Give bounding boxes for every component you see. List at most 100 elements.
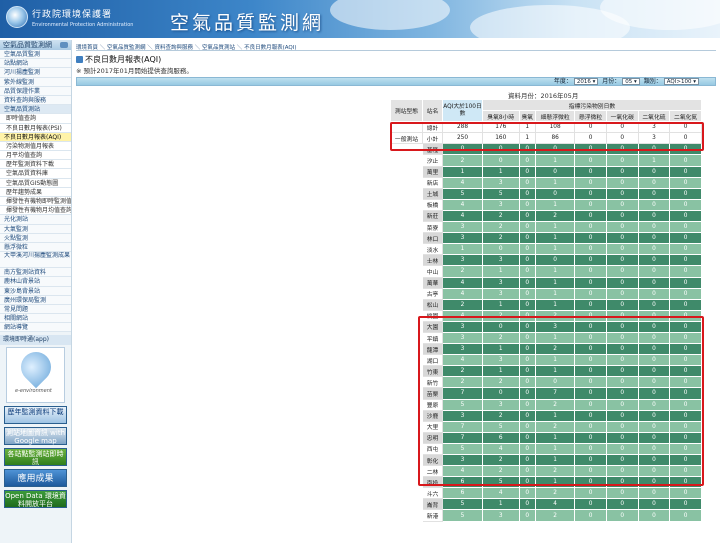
org-name[interactable]: 行政院環境保護署	[32, 7, 112, 20]
sidebar-item[interactable]: 火點監測	[0, 233, 71, 243]
value-cell: 1	[534, 331, 576, 345]
col-pollutant: 懸浮微粒	[574, 110, 607, 123]
breadcrumb-link[interactable]: 空氣品質測站	[202, 45, 235, 51]
value-cell: 3	[442, 343, 483, 356]
promo-banner[interactable]: 各站點監測站即時訊	[4, 448, 67, 467]
sidebar-item[interactable]: 大甲溪河川揚塵監測成果	[0, 252, 71, 269]
value-cell: 0	[637, 243, 671, 256]
collapse-icon[interactable]	[60, 42, 68, 48]
sidebar-item[interactable]: 不良日數月報表(AQI)	[0, 132, 71, 142]
sidebar-item[interactable]: 網站導覽	[0, 323, 71, 333]
value-cell: 0	[574, 221, 607, 234]
site-cell: 平鎮	[422, 331, 443, 345]
promo-banner[interactable]: Open Data 環境資料開放平台	[4, 490, 67, 509]
station-type-cell	[390, 309, 423, 322]
value-cell: 5	[442, 187, 483, 200]
sidebar-item[interactable]: 常見問題	[0, 304, 71, 315]
value-cell: 0	[574, 121, 607, 134]
sidebar-item[interactable]: 空氣品質GIS動態圖	[0, 178, 71, 188]
site-cell: 土城	[422, 187, 443, 200]
sidebar-item[interactable]: 相關網站	[0, 314, 71, 324]
sidebar-item[interactable]: 站點網站	[0, 59, 71, 69]
value-cell: 0	[669, 409, 702, 422]
sidebar-item[interactable]: 歷年監測資料下載	[0, 160, 71, 170]
value-cell: 0	[605, 243, 639, 256]
value-cell: 0	[518, 265, 536, 278]
value-cell: 5	[442, 509, 483, 522]
value-cell: 0	[518, 309, 536, 322]
site-cell: 斗六	[422, 487, 443, 500]
sidebar-item[interactable]: 空氣品質資料庫	[0, 169, 71, 179]
summary-row: 總計 288 176 1 108 0 0 3 0	[390, 121, 702, 134]
value-cell: 1	[534, 409, 576, 422]
sidebar-item[interactable]: 河川揚塵監測	[0, 68, 71, 78]
value-cell: 7	[442, 420, 483, 433]
promo-banner[interactable]: 應用成果	[4, 469, 67, 488]
site-cell: 沙鹿	[422, 409, 443, 422]
station-type-cell	[390, 143, 423, 156]
sidebar-item[interactable]: 空氣品質監測	[0, 50, 71, 60]
year-select[interactable]: 2016 ▾	[573, 78, 599, 85]
sidebar-item[interactable]: 鹿林山背景站	[0, 277, 71, 287]
breadcrumb-link[interactable]: 空氣品質監測網	[107, 45, 146, 51]
value-cell: 3	[442, 409, 483, 422]
value-cell: 0	[605, 354, 639, 367]
value-cell: 0	[482, 143, 520, 156]
station-type-cell	[390, 165, 423, 178]
breadcrumb-link[interactable]: 資料查詢與服務	[155, 45, 194, 51]
promo-banner[interactable]: 測站地圖資訊 with Google map	[4, 427, 67, 446]
type-select[interactable]: AQI>100 ▾	[663, 78, 699, 85]
sidebar-item[interactable]: 即時值查詢	[0, 114, 71, 124]
station-type-cell	[390, 498, 423, 511]
value-cell: 0	[518, 465, 536, 478]
promo-banner[interactable]: 歷年監測資料下載	[4, 406, 67, 425]
station-type-cell	[390, 287, 423, 300]
sidebar-item[interactable]: 懸浮微粒	[0, 242, 71, 253]
value-cell: 0	[574, 243, 607, 256]
sidebar-item[interactable]: 大氣監測	[0, 224, 71, 234]
value-cell: 0	[574, 398, 607, 411]
sidebar-item[interactable]: 紫外線監測	[0, 77, 71, 87]
site-cell: 苗栗	[422, 387, 443, 400]
sidebar-item[interactable]: 光化測站	[0, 215, 71, 225]
sidebar-item[interactable]: 揮發性有機物月均值查詢	[0, 206, 71, 216]
value-cell: 0	[574, 331, 607, 345]
value-cell: 4	[442, 276, 483, 289]
sidebar-item[interactable]: 東沙島背景站	[0, 286, 71, 296]
sidebar-item[interactable]: 品質保證作業	[0, 86, 71, 96]
epa-logo-icon[interactable]	[6, 6, 28, 28]
sidebar-item[interactable]: 不良日數月報表(PSI)	[0, 123, 71, 133]
value-cell: 0	[669, 320, 702, 333]
sidebar-item[interactable]: 南方監測站資料	[0, 268, 71, 278]
breadcrumb-link[interactable]: 不良日數月報表(AQI)	[244, 45, 296, 51]
sidebar-item[interactable]: 廣州環保局監測	[0, 295, 71, 305]
value-cell: 0	[605, 320, 639, 333]
sidebar-item[interactable]: 月平均值查詢	[0, 151, 71, 161]
app-promo[interactable]: e-environment	[6, 346, 65, 404]
col-pollutant: 臭氧8小時	[482, 110, 520, 123]
value-cell: 2	[534, 465, 576, 478]
value-cell: 0	[518, 143, 536, 156]
sidebar-item[interactable]: 空氣品質測站	[0, 105, 71, 115]
value-cell: 1	[442, 165, 483, 178]
sidebar-item[interactable]: 揮發性有機物即時監測值查詢	[0, 197, 71, 207]
value-cell: 0	[637, 476, 671, 489]
sidebar-item[interactable]: 資料查詢與服務	[0, 95, 71, 106]
value-cell: 2	[442, 298, 483, 311]
site-cell: 大里	[422, 420, 443, 433]
value-cell: 0	[574, 487, 607, 500]
value-cell: 0	[574, 265, 607, 278]
value-cell: 0	[605, 453, 639, 467]
sidebar-item[interactable]: 歷年趨勢成果	[0, 187, 71, 197]
value-cell: 0	[574, 431, 607, 444]
breadcrumb-link[interactable]: 環境首頁	[76, 45, 98, 51]
value-cell: 3	[442, 232, 483, 245]
value-cell: 0	[605, 298, 639, 311]
summary-row: 一般測站 小計 250 160 1 86 0 0 3 0	[390, 132, 702, 145]
value-cell: 160	[482, 132, 520, 145]
sidebar-item[interactable]: 污染物測值月報表	[0, 141, 71, 152]
month-select[interactable]: 05 ▾	[622, 78, 640, 85]
value-cell: 0	[669, 431, 702, 444]
value-cell: 0	[518, 365, 536, 378]
site-cell: 桃園	[422, 309, 443, 322]
